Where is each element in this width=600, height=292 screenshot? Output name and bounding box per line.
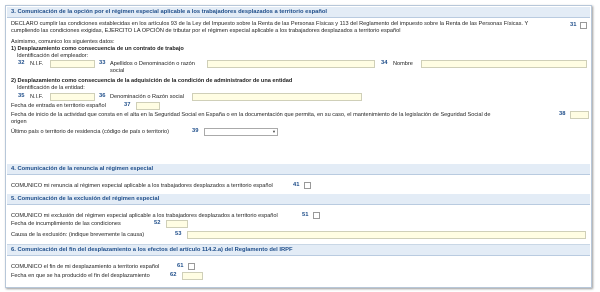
- box-number-36: 36: [99, 93, 106, 99]
- nombre-empleador-input[interactable]: [421, 60, 587, 68]
- nif-label-empleador: N.I.F.: [30, 61, 44, 67]
- id-empleador-label: Identificación del empleador:: [17, 53, 89, 59]
- box-number-35: 35: [18, 93, 25, 99]
- exclusion-text: COMUNICO mi exclusión del régimen especi…: [11, 213, 278, 219]
- fecha-inicio-label-line-1: Fecha de inicio de la actividad que cons…: [11, 112, 491, 118]
- denominacion-label: Denominación o Razón social: [110, 94, 185, 100]
- checkbox-31[interactable]: [580, 22, 587, 29]
- checkbox-61[interactable]: [188, 263, 195, 270]
- box-number-52: 52: [154, 220, 161, 226]
- chevron-down-icon: ▼: [272, 129, 276, 134]
- subsection-2-title: 2) Desplazamiento como consecuencia de l…: [11, 78, 293, 84]
- apellidos-label-line-1: Apellidos o Denominación o razón: [110, 61, 195, 67]
- declaro-line-1: DECLARO cumplir las condiciones establec…: [11, 21, 529, 27]
- fecha-incumplimiento-input[interactable]: [166, 220, 188, 228]
- renuncia-text: COMUNICO mi renuncia al régimen especial…: [11, 183, 273, 189]
- ultimo-pais-select[interactable]: ▼: [204, 128, 278, 136]
- denominacion-entidad-input[interactable]: [192, 93, 362, 101]
- fecha-entrada-input[interactable]: [136, 102, 160, 110]
- asimismo-text: Asimismo, comunico los siguientes datos:: [11, 39, 115, 45]
- id-entidad-label: Identificación de la entidad:: [17, 85, 85, 91]
- box-number-34: 34: [381, 60, 388, 66]
- fecha-inicio-input[interactable]: [570, 111, 589, 119]
- section-5: 5. Comunicación de la exclusión del régi…: [7, 194, 590, 245]
- section-6: 6. Comunicación del fin del desplazamien…: [7, 245, 590, 286]
- checkbox-51[interactable]: [313, 212, 320, 219]
- nif-label-entidad: N.I.F.: [30, 94, 44, 100]
- nif-empleador-input[interactable]: [50, 60, 95, 68]
- declaro-line-2: cumpliendo las condiciones exigidas, EJE…: [11, 28, 401, 34]
- checkbox-41[interactable]: [304, 182, 311, 189]
- box-number-62: 62: [170, 272, 177, 278]
- box-number-32: 32: [18, 60, 25, 66]
- ultimo-pais-label: Último país o territorio de residencia (…: [11, 129, 169, 135]
- subsection-1-title: 1) Desplazamiento como consecuencia de u…: [11, 46, 184, 52]
- box-number-39: 39: [192, 128, 199, 134]
- apellidos-empleador-input[interactable]: [207, 60, 375, 68]
- box-number-31: 31: [570, 22, 577, 28]
- section-5-header: 5. Comunicación de la exclusión del régi…: [7, 194, 590, 205]
- fecha-incumplimiento-label: Fecha de incumplimiento de las condicion…: [11, 221, 121, 227]
- fecha-entrada-label: Fecha de entrada en territorio español: [11, 103, 106, 109]
- fin-desplazamiento-text: COMUNICO el fin de mi desplazamiento a t…: [11, 264, 160, 270]
- section-4: 4. Comunicación de la renuncia al régime…: [7, 164, 590, 195]
- box-number-53: 53: [175, 231, 182, 237]
- causa-label: Causa de la exclusión: (indique brevemen…: [11, 232, 145, 238]
- section-4-header: 4. Comunicación de la renuncia al régime…: [7, 164, 590, 175]
- box-number-41: 41: [293, 182, 300, 188]
- box-number-37: 37: [124, 102, 131, 108]
- fecha-inicio-label-line-2: origen: [11, 119, 27, 125]
- apellidos-label-line-2: social: [110, 68, 125, 74]
- box-number-38: 38: [559, 111, 566, 117]
- box-number-33: 33: [99, 60, 106, 66]
- box-number-61: 61: [177, 263, 184, 269]
- nif-entidad-input[interactable]: [50, 93, 95, 101]
- fecha-fin-label: Fecha en que se ha producido el fin del …: [11, 273, 150, 279]
- fecha-fin-input[interactable]: [182, 272, 203, 280]
- section-6-header: 6. Comunicación del fin del desplazamien…: [7, 245, 590, 256]
- box-number-51: 51: [302, 212, 309, 218]
- section-3-header: 3. Comunicación de la opción por el régi…: [7, 7, 590, 18]
- form-panel: 3. Comunicación de la opción por el régi…: [5, 5, 592, 288]
- section-3: 3. Comunicación de la opción por el régi…: [7, 7, 590, 165]
- nombre-label: Nombre: [393, 61, 413, 67]
- causa-input[interactable]: [187, 231, 586, 239]
